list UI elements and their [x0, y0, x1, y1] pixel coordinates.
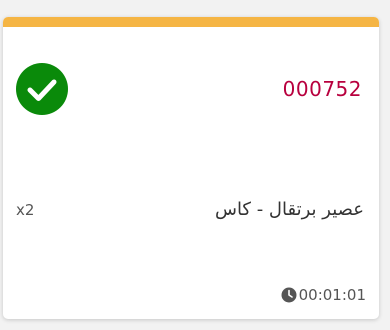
check-circle-icon — [16, 63, 68, 115]
card-accent-bar — [3, 17, 379, 27]
item-name: عصير برتقال - كاس — [214, 199, 364, 220]
elapsed-timer: 00:01:01 — [281, 285, 366, 305]
order-card[interactable]: 000752 عصير برتقال - كاس x2 00:01:01 — [3, 17, 379, 319]
item-quantity: x2 — [16, 201, 35, 219]
clock-icon — [281, 287, 297, 303]
elapsed-time: 00:01:01 — [298, 286, 366, 304]
order-item: عصير برتقال - كاس x2 — [16, 199, 364, 225]
order-number: 000752 — [282, 77, 362, 101]
